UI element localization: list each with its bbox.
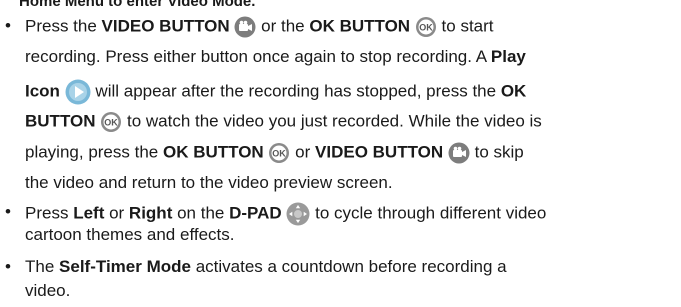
list-item-line: cartoon themes and effects. xyxy=(25,225,235,244)
list-item-line: BUTTON OK to watch the video you just re… xyxy=(25,111,542,133)
ok-button-icon: OK xyxy=(100,111,122,133)
ok-button-icon: OK xyxy=(268,142,290,164)
d-pad-icon xyxy=(286,202,310,226)
list-item-line: recording. Press either button once agai… xyxy=(25,47,526,66)
ok-button-icon: OK xyxy=(415,16,437,38)
svg-text:OK: OK xyxy=(105,118,119,128)
list-item-line: Press the VIDEO BUTTON or the OK BUTTON … xyxy=(25,16,494,38)
svg-text:OK: OK xyxy=(419,23,433,33)
list-item-line: playing, press the OK BUTTON OK or VIDEO… xyxy=(25,142,524,164)
list-item-line: video. xyxy=(25,281,71,300)
list-item-line: Press Left or Right on the D-PAD to cycl… xyxy=(25,202,546,226)
video-camera-icon xyxy=(234,16,256,38)
bullet-marker: • xyxy=(5,16,11,35)
svg-text:OK: OK xyxy=(273,149,287,159)
list-item-line: the video and return to the video previe… xyxy=(25,173,393,192)
section-heading: Home Menu to enter Video Mode. xyxy=(19,0,255,10)
list-item-line: Icon will appear after the recording has… xyxy=(25,79,526,105)
heading-text: Home Menu to enter Video Mode. xyxy=(19,0,256,10)
list-item-line: The Self-Timer Mode activates a countdow… xyxy=(25,257,507,276)
play-icon xyxy=(65,79,91,105)
bullet-marker: • xyxy=(5,202,11,221)
video-camera-icon xyxy=(448,142,470,164)
bullet-marker: • xyxy=(5,257,11,276)
